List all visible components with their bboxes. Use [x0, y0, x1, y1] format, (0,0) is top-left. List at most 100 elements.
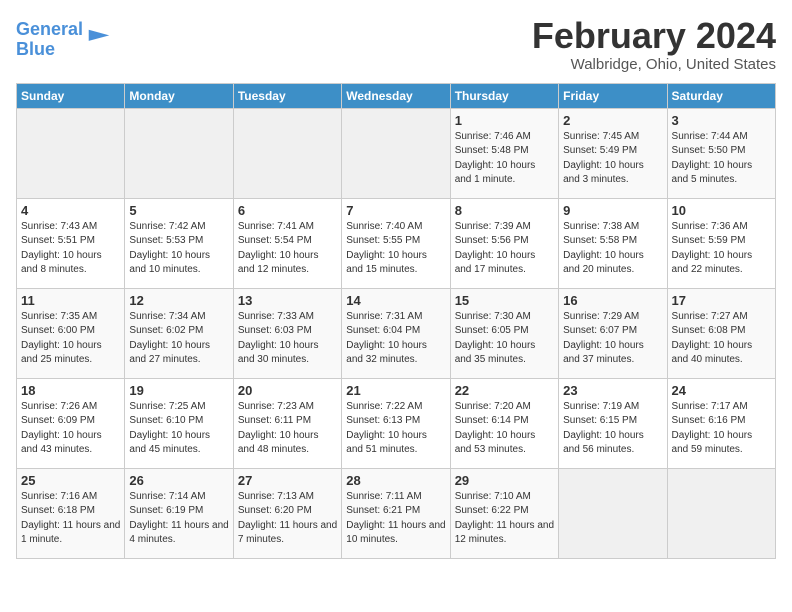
calendar-cell: 28 Sunrise: 7:11 AM Sunset: 6:21 PM Dayli… — [342, 468, 450, 558]
calendar-cell: 10 Sunrise: 7:36 AM Sunset: 5:59 PM Dayli… — [667, 198, 775, 288]
calendar-cell: 4 Sunrise: 7:43 AM Sunset: 5:51 PM Daylig… — [17, 198, 125, 288]
day-info: Sunrise: 7:34 AM Sunset: 6:02 PM Dayligh… — [129, 310, 228, 368]
day-info: Sunrise: 7:29 AM Sunset: 6:07 PM Dayligh… — [563, 310, 662, 368]
day-info: Sunrise: 7:27 AM Sunset: 6:08 PM Dayligh… — [672, 310, 771, 368]
weekday-header-saturday: Saturday — [667, 83, 775, 108]
calendar-cell: 19 Sunrise: 7:25 AM Sunset: 6:10 PM Dayli… — [125, 378, 233, 468]
weekday-header-wednesday: Wednesday — [342, 83, 450, 108]
calendar-cell: 17 Sunrise: 7:27 AM Sunset: 6:08 PM Dayli… — [667, 288, 775, 378]
day-info: Sunrise: 7:38 AM Sunset: 5:58 PM Dayligh… — [563, 220, 662, 278]
calendar-cell: 16Sunrise: 7:29 AM Sunset: 6:07 PM Dayli… — [559, 288, 667, 378]
day-number: 1 — [455, 113, 554, 128]
calendar-week-5: 25 Sunrise: 7:16 AM Sunset: 6:18 PM Dayli… — [17, 468, 776, 558]
day-info: Sunrise: 7:36 AM Sunset: 5:59 PM Dayligh… — [672, 220, 771, 278]
day-number: 26 — [129, 473, 228, 488]
weekday-header-tuesday: Tuesday — [233, 83, 341, 108]
calendar-cell: 18 Sunrise: 7:26 AM Sunset: 6:09 PM Dayli… — [17, 378, 125, 468]
weekday-header-row: SundayMondayTuesdayWednesdayThursdayFrid… — [17, 83, 776, 108]
day-number: 25 — [21, 473, 120, 488]
weekday-header-thursday: Thursday — [450, 83, 558, 108]
calendar-cell: 9 Sunrise: 7:38 AM Sunset: 5:58 PM Daylig… — [559, 198, 667, 288]
day-number: 11 — [21, 293, 120, 308]
calendar-cell — [667, 468, 775, 558]
calendar-cell: 15Sunrise: 7:30 AM Sunset: 6:05 PM Dayli… — [450, 288, 558, 378]
calendar-cell: 5 Sunrise: 7:42 AM Sunset: 5:53 PM Daylig… — [125, 198, 233, 288]
day-info: Sunrise: 7:14 AM Sunset: 6:19 PM Dayligh… — [129, 490, 228, 548]
day-number: 10 — [672, 203, 771, 218]
day-number: 24 — [672, 383, 771, 398]
calendar-cell: 11 Sunrise: 7:35 AM Sunset: 6:00 PM Dayli… — [17, 288, 125, 378]
logo: General Blue — [16, 20, 113, 60]
day-number: 3 — [672, 113, 771, 128]
day-info: Sunrise: 7:33 AM Sunset: 6:03 PM Dayligh… — [238, 310, 337, 368]
calendar-cell: 14 Sunrise: 7:31 AM Sunset: 6:04 PM Dayli… — [342, 288, 450, 378]
day-number: 20 — [238, 383, 337, 398]
logo-flag-icon — [85, 26, 113, 54]
day-number: 12 — [129, 293, 228, 308]
day-number: 18 — [21, 383, 120, 398]
calendar-cell: 2 Sunrise: 7:45 AM Sunset: 5:49 PM Daylig… — [559, 108, 667, 198]
day-number: 22 — [455, 383, 554, 398]
day-number: 19 — [129, 383, 228, 398]
calendar-cell: 1 Sunrise: 7:46 AM Sunset: 5:48 PM Daylig… — [450, 108, 558, 198]
calendar-table: SundayMondayTuesdayWednesdayThursdayFrid… — [16, 83, 776, 559]
day-info: Sunrise: 7:39 AM Sunset: 5:56 PM Dayligh… — [455, 220, 554, 278]
calendar-week-1: 1 Sunrise: 7:46 AM Sunset: 5:48 PM Daylig… — [17, 108, 776, 198]
day-info: Sunrise: 7:43 AM Sunset: 5:51 PM Dayligh… — [21, 220, 120, 278]
weekday-header-sunday: Sunday — [17, 83, 125, 108]
logo-line2: Blue — [16, 39, 55, 59]
calendar-week-3: 11 Sunrise: 7:35 AM Sunset: 6:00 PM Dayli… — [17, 288, 776, 378]
title-block: February 2024 Walbridge, Ohio, United St… — [532, 16, 776, 73]
calendar-cell: 21Sunrise: 7:22 AM Sunset: 6:13 PM Dayli… — [342, 378, 450, 468]
calendar-week-2: 4 Sunrise: 7:43 AM Sunset: 5:51 PM Daylig… — [17, 198, 776, 288]
calendar-cell — [342, 108, 450, 198]
day-info: Sunrise: 7:13 AM Sunset: 6:20 PM Dayligh… — [238, 490, 337, 548]
calendar-cell: 3 Sunrise: 7:44 AM Sunset: 5:50 PM Daylig… — [667, 108, 775, 198]
day-info: Sunrise: 7:30 AM Sunset: 6:05 PM Dayligh… — [455, 310, 554, 368]
day-info: Sunrise: 7:44 AM Sunset: 5:50 PM Dayligh… — [672, 130, 771, 188]
day-number: 23 — [563, 383, 662, 398]
day-info: Sunrise: 7:42 AM Sunset: 5:53 PM Dayligh… — [129, 220, 228, 278]
day-info: Sunrise: 7:31 AM Sunset: 6:04 PM Dayligh… — [346, 310, 445, 368]
day-info: Sunrise: 7:26 AM Sunset: 6:09 PM Dayligh… — [21, 400, 120, 458]
day-number: 5 — [129, 203, 228, 218]
day-info: Sunrise: 7:40 AM Sunset: 5:55 PM Dayligh… — [346, 220, 445, 278]
day-number: 9 — [563, 203, 662, 218]
day-info: Sunrise: 7:19 AM Sunset: 6:15 PM Dayligh… — [563, 400, 662, 458]
calendar-cell — [233, 108, 341, 198]
calendar-cell: 29Sunrise: 7:10 AM Sunset: 6:22 PM Dayli… — [450, 468, 558, 558]
day-info: Sunrise: 7:35 AM Sunset: 6:00 PM Dayligh… — [21, 310, 120, 368]
day-number: 21 — [346, 383, 445, 398]
calendar-cell: 23 Sunrise: 7:19 AM Sunset: 6:15 PM Dayli… — [559, 378, 667, 468]
calendar-cell: 20Sunrise: 7:23 AM Sunset: 6:11 PM Dayli… — [233, 378, 341, 468]
calendar-cell: 12 Sunrise: 7:34 AM Sunset: 6:02 PM Dayli… — [125, 288, 233, 378]
day-info: Sunrise: 7:16 AM Sunset: 6:18 PM Dayligh… — [21, 490, 120, 548]
day-number: 27 — [238, 473, 337, 488]
day-number: 4 — [21, 203, 120, 218]
day-info: Sunrise: 7:11 AM Sunset: 6:21 PM Dayligh… — [346, 490, 445, 548]
day-number: 17 — [672, 293, 771, 308]
calendar-cell: 7 Sunrise: 7:40 AM Sunset: 5:55 PM Daylig… — [342, 198, 450, 288]
day-info: Sunrise: 7:20 AM Sunset: 6:14 PM Dayligh… — [455, 400, 554, 458]
calendar-cell: 26 Sunrise: 7:14 AM Sunset: 6:19 PM Dayli… — [125, 468, 233, 558]
calendar-cell: 13 Sunrise: 7:33 AM Sunset: 6:03 PM Dayli… — [233, 288, 341, 378]
weekday-header-friday: Friday — [559, 83, 667, 108]
calendar-cell — [559, 468, 667, 558]
day-info: Sunrise: 7:17 AM Sunset: 6:16 PM Dayligh… — [672, 400, 771, 458]
calendar-cell: 22 Sunrise: 7:20 AM Sunset: 6:14 PM Dayli… — [450, 378, 558, 468]
day-info: Sunrise: 7:46 AM Sunset: 5:48 PM Dayligh… — [455, 130, 554, 188]
calendar-cell — [125, 108, 233, 198]
day-number: 2 — [563, 113, 662, 128]
day-number: 29 — [455, 473, 554, 488]
day-number: 7 — [346, 203, 445, 218]
calendar-cell: 24 Sunrise: 7:17 AM Sunset: 6:16 PM Dayli… — [667, 378, 775, 468]
day-info: Sunrise: 7:41 AM Sunset: 5:54 PM Dayligh… — [238, 220, 337, 278]
day-number: 14 — [346, 293, 445, 308]
weekday-header-monday: Monday — [125, 83, 233, 108]
day-info: Sunrise: 7:25 AM Sunset: 6:10 PM Dayligh… — [129, 400, 228, 458]
calendar-cell: 8Sunrise: 7:39 AM Sunset: 5:56 PM Daylig… — [450, 198, 558, 288]
day-info: Sunrise: 7:45 AM Sunset: 5:49 PM Dayligh… — [563, 130, 662, 188]
day-number: 13 — [238, 293, 337, 308]
logo-line1: General — [16, 19, 83, 39]
day-number: 28 — [346, 473, 445, 488]
